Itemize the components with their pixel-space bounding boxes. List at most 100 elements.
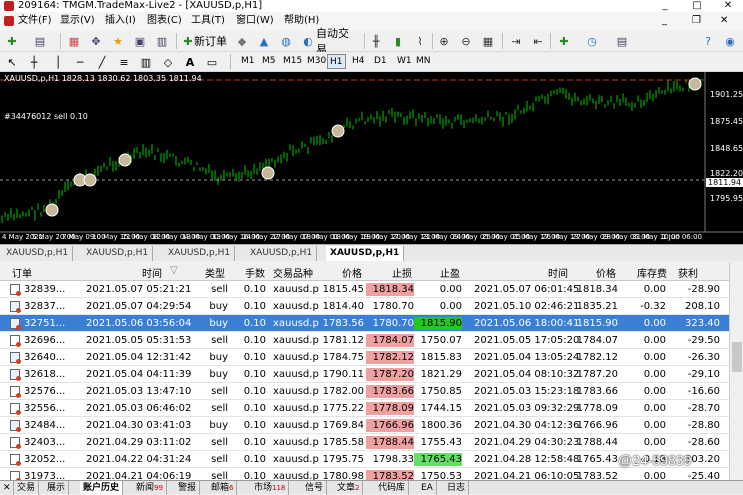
document-icon[interactable] [4,16,14,26]
col-take-profit[interactable]: 止盈 [440,265,460,280]
profiles-icon[interactable]: ▤ [32,33,48,49]
market-watch-icon[interactable]: ▦ [66,33,82,49]
candlestick-icon[interactable]: ▮ [390,33,406,49]
tab-trade[interactable]: 交易 [14,481,40,495]
timeframe-mn[interactable]: MN [414,54,433,69]
col-profit[interactable]: 获利 [678,265,698,280]
chat-icon[interactable]: ◉ [722,33,738,49]
bar-chart-icon[interactable]: ╫ [368,33,384,49]
col-symbol[interactable]: 交易品种 [273,265,313,280]
table-row[interactable]: 32839... 2021.05.07 05:21:21 sell 0.10 xauus… [0,281,729,298]
menu-charts[interactable]: 图表(C) [147,14,182,28]
menu-help[interactable]: 帮助(H) [284,14,319,28]
periods-icon[interactable]: ◷ [584,33,600,49]
table-row[interactable]: 31973... 2021.04.21 04:06:19 sell 0.10 xauus… [0,468,729,480]
new-order-button[interactable]: 新订单 [194,33,230,49]
horizontal-line-icon[interactable]: ─ [72,54,88,70]
timeframe-h1[interactable]: H1 [327,54,346,69]
search-help-icon[interactable]: ? [700,33,716,49]
timeframe-m30[interactable]: M30 [305,54,328,69]
col-open-time[interactable]: 时间 [142,265,162,280]
tab-exposure[interactable]: 展示 [44,481,70,495]
trendline-icon[interactable]: ╱ [94,54,110,70]
col-order[interactable]: 订单 [12,265,32,280]
col-close-time[interactable]: 时间 [548,265,568,280]
vps-icon[interactable]: ◍ [278,33,294,49]
col-swap[interactable]: 库存费 [637,265,667,280]
chart-tab-active[interactable]: XAUUSD,p,H1 [326,246,405,261]
tab-articles[interactable]: 文章2 [334,481,364,495]
col-price[interactable]: 价格 [342,265,362,280]
fibonacci-icon[interactable]: ▥ [138,54,154,70]
table-row[interactable]: 32640... 2021.05.04 12:31:42 buy 0.10 xauusd… [0,349,729,366]
chart-canvas[interactable] [0,72,743,244]
col-lots[interactable]: 手数 [245,265,265,280]
text-icon[interactable]: A [182,54,198,70]
table-row[interactable]: 32403... 2021.04.29 03:11:02 sell 0.10 xauus… [0,434,729,451]
navigator-icon[interactable]: ★ [110,33,126,49]
vertical-scrollbar[interactable] [729,262,743,480]
trade-marker-icon[interactable] [331,124,345,138]
timeframe-d1[interactable]: D1 [372,54,389,69]
zoom-out-icon[interactable]: ⊖ [458,33,474,49]
templates-icon[interactable]: ▤ [614,33,630,49]
trade-marker-icon[interactable] [45,203,59,217]
chart-shift-icon[interactable]: ⇤ [530,33,546,49]
table-row[interactable]: 32618... 2021.05.04 04:11:39 buy 0.10 xauusd… [0,366,729,383]
tab-signals[interactable]: 信号 [302,481,328,495]
vertical-line-icon[interactable]: │ [50,54,66,70]
table-row[interactable]: 32556... 2021.05.03 06:46:02 sell 0.10 xauus… [0,400,729,417]
tab-news[interactable]: 新闻99 [133,481,167,495]
tab-market[interactable]: 市场118 [251,481,290,495]
tester-icon[interactable]: ▥ [154,33,170,49]
table-row[interactable]: 32751... 2021.05.06 03:56:04 buy 0.10 xauusd… [0,315,729,332]
tab-alerts[interactable]: 警报 [175,481,201,495]
channel-icon[interactable]: ≡ [116,54,132,70]
col-type[interactable]: 类型 [205,265,225,280]
trade-marker-icon[interactable] [118,153,132,167]
tab-journal[interactable]: 日志 [444,481,470,495]
chart-tab[interactable]: XAUUSD,p,H1 [246,246,318,261]
mdi-restore-button[interactable]: ❐ [692,14,701,28]
label-icon[interactable]: ▭ [204,54,220,70]
chart-tab[interactable]: XAUUSD,p,H1 [2,246,74,261]
signals-icon[interactable]: ▲ [256,33,272,49]
shapes-icon[interactable]: ◇ [160,54,176,70]
price-chart[interactable]: XAUUSD,p,H1 1828.13 1830.62 1803.35 1811… [0,72,743,244]
mdi-minimize-button[interactable]: _ [662,14,667,28]
tab-account-history[interactable]: 账户历史 [80,481,124,495]
timeframe-h4[interactable]: H4 [350,54,367,69]
close-button[interactable]: ✕ [713,0,743,12]
tab-mailbox[interactable]: 邮箱6 [208,481,238,495]
line-chart-icon[interactable]: ⌇ [412,33,428,49]
trade-marker-icon[interactable] [261,166,275,180]
tab-experts[interactable]: EA [418,481,437,495]
table-row[interactable]: 32837... 2021.05.07 04:29:54 buy 0.10 xauusd… [0,298,729,315]
timeframe-m15[interactable]: M15 [281,54,304,69]
timeframe-m1[interactable]: M1 [239,54,257,69]
new-chart-icon[interactable]: ✚ [4,33,20,49]
scrollbar-thumb[interactable] [732,342,742,372]
zoom-in-icon[interactable]: ⊕ [436,33,452,49]
minimize-button[interactable]: _ [650,0,680,12]
data-window-icon[interactable]: ✥ [88,33,104,49]
col-close-price[interactable]: 价格 [596,265,616,280]
menu-file[interactable]: 文件(F) [18,14,52,28]
cursor-icon[interactable]: ↖ [4,54,20,70]
timeframe-m5[interactable]: M5 [260,54,278,69]
menu-tools[interactable]: 工具(T) [191,14,225,28]
trade-marker-icon[interactable] [83,173,97,187]
auto-trading-button[interactable]: 自动交易 [316,27,358,56]
terminal-icon[interactable]: ▣ [132,33,148,49]
indicators-icon[interactable]: ✚ [556,33,572,49]
crosshair-icon[interactable]: ┼ [26,54,42,70]
trade-marker-icon[interactable] [688,77,702,91]
table-row[interactable]: 32696... 2021.05.05 05:31:53 sell 0.10 xauus… [0,332,729,349]
col-stop-loss[interactable]: 止损 [392,265,412,280]
mdi-close-button[interactable]: ✕ [720,14,728,28]
menu-window[interactable]: 窗口(W) [236,14,274,28]
chart-tab[interactable]: XAUUSD,p,H1 [164,246,236,261]
timeframe-w1[interactable]: W1 [395,54,414,69]
tile-windows-icon[interactable]: ▦ [480,33,496,49]
terminal-close-icon[interactable]: ✕ [0,481,14,495]
